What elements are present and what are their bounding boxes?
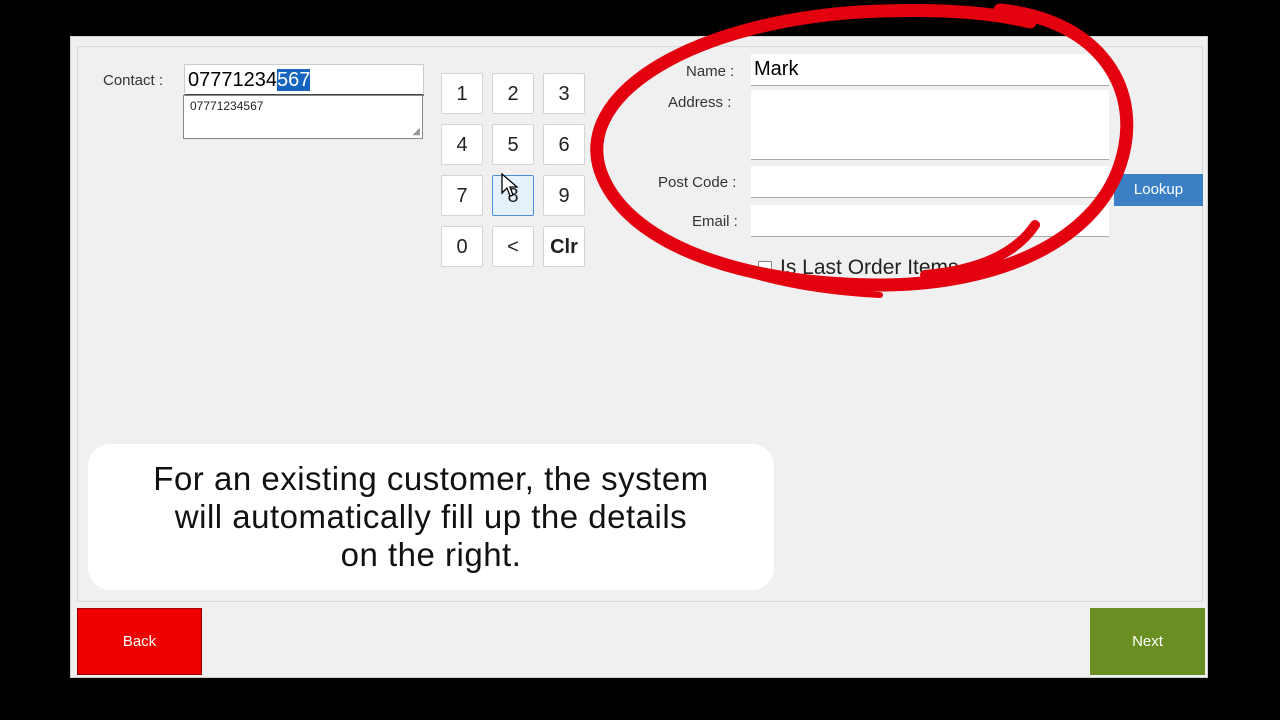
address-input[interactable] [751, 90, 1109, 160]
keypad-key-8[interactable]: 8 [492, 175, 534, 216]
keypad-key-4[interactable]: 4 [441, 124, 483, 165]
contact-label: Contact : [103, 72, 164, 89]
name-value: Mark [754, 58, 799, 80]
caption-overlay: For an existing customer, the system wil… [88, 444, 774, 590]
caption-line-1: For an existing customer, the system [153, 460, 709, 497]
postcode-input[interactable] [751, 166, 1109, 198]
address-label: Address : [668, 94, 732, 111]
caption-line-3: on the right. [340, 536, 522, 573]
postcode-label: Post Code : [658, 174, 737, 191]
name-label: Name : [686, 63, 735, 80]
email-input[interactable] [751, 205, 1109, 237]
contact-value-mid: 4 [265, 69, 277, 91]
main-panel: Contact : 07771234567 07771234567 ◢ 1 2 … [77, 46, 1203, 602]
keypad-key-7[interactable]: 7 [441, 175, 483, 216]
email-label: Email : [692, 213, 738, 230]
keypad-key-6[interactable]: 6 [543, 124, 585, 165]
caption-line-2: will automatically fill up the details [174, 498, 688, 535]
keypad-key-2[interactable]: 2 [492, 73, 534, 114]
back-button[interactable]: Back [77, 608, 202, 675]
customer-details-window: Contact : 07771234567 07771234567 ◢ 1 2 … [70, 36, 1208, 678]
keypad-key-3[interactable]: 3 [543, 73, 585, 114]
contact-value-text: 0777123 [188, 69, 266, 91]
keypad-key-0[interactable]: 0 [441, 226, 483, 267]
keypad-key-1[interactable]: 1 [441, 73, 483, 114]
keypad-clear[interactable]: Clr [543, 226, 585, 267]
name-input[interactable]: Mark [751, 54, 1109, 86]
contact-value-selected: 567 [277, 69, 311, 91]
next-button[interactable]: Next [1090, 608, 1205, 675]
keypad-key-5[interactable]: 5 [492, 124, 534, 165]
keypad-backspace[interactable]: < [492, 226, 534, 267]
contact-suggestion-list[interactable]: 07771234567 ◢ [183, 95, 423, 139]
contact-input[interactable]: 07771234567 [184, 64, 424, 96]
resize-grip-icon[interactable]: ◢ [412, 127, 420, 137]
suggestion-item[interactable]: 07771234567 [190, 99, 263, 113]
last-order-label: Is Last Order Items [780, 256, 959, 279]
keypad-key-9[interactable]: 9 [543, 175, 585, 216]
checkbox-box[interactable] [758, 261, 772, 276]
last-order-checkbox[interactable]: Is Last Order Items [758, 256, 959, 280]
lookup-button[interactable]: Lookup [1114, 174, 1203, 206]
